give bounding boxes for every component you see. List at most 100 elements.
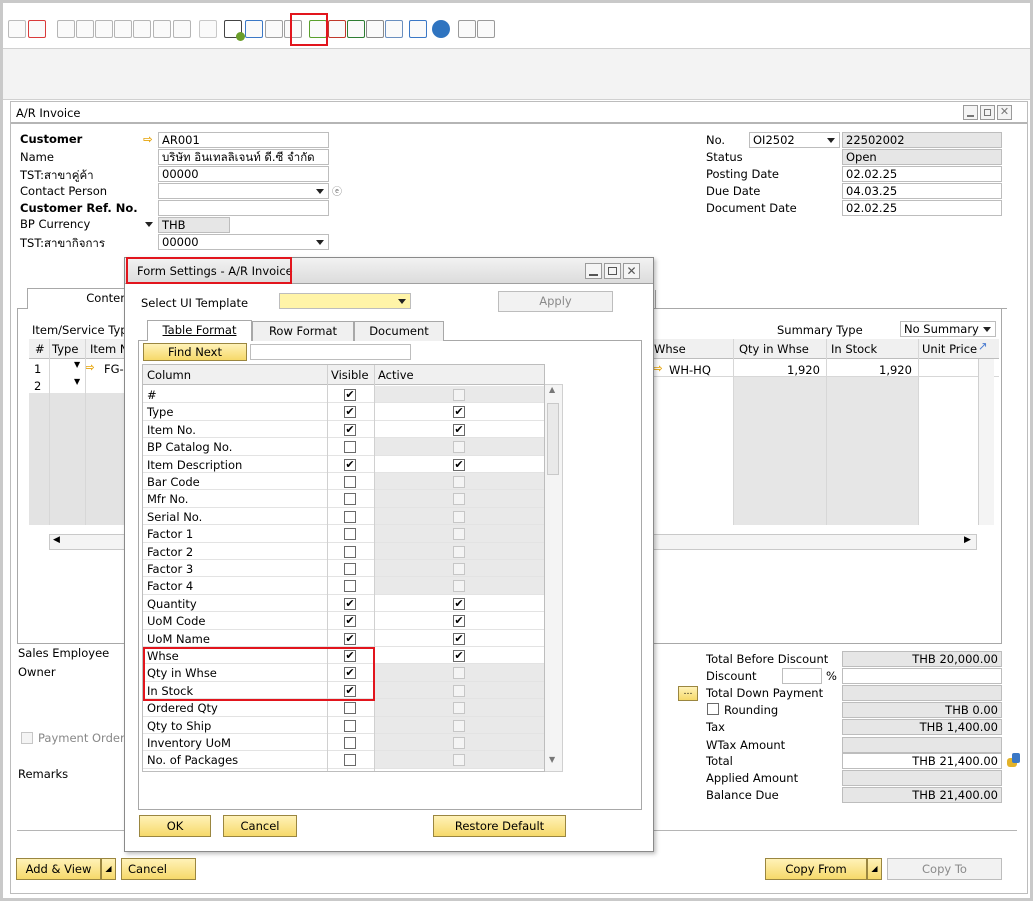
visible-checkbox[interactable] [344, 545, 356, 558]
row1-type-dropdown-icon[interactable]: ▼ [74, 360, 80, 369]
active-checkbox[interactable] [453, 580, 465, 593]
rounding-checkbox[interactable] [707, 703, 719, 715]
column-row[interactable]: Qty to Ship [143, 716, 544, 734]
dialog-cancel-button[interactable]: Cancel [223, 815, 297, 837]
sort-icon[interactable] [28, 20, 46, 38]
visible-checkbox[interactable]: ✔ [344, 615, 356, 628]
tab-row-format[interactable]: Row Format [252, 321, 354, 341]
column-row[interactable]: # ✔ [143, 386, 544, 404]
tst-branch-field[interactable]: 00000 [158, 166, 329, 182]
dialog-close-icon[interactable]: ✕ [623, 263, 640, 279]
settings-icon[interactable] [245, 20, 263, 38]
cancel-button[interactable]: Cancel [121, 858, 196, 880]
items-hscroll-right[interactable]: ▶ [653, 534, 977, 550]
summary-type-select[interactable]: No Summary [900, 321, 996, 337]
copy-from-arrow-icon[interactable]: ◢ [867, 858, 882, 880]
visible-checkbox[interactable] [344, 441, 356, 454]
tab-table-format[interactable]: Table Format [147, 320, 252, 341]
restore-default-button[interactable]: Restore Default [433, 815, 566, 837]
filter-icon[interactable] [8, 20, 26, 38]
column-row[interactable]: Type ✔ ✔ [143, 403, 544, 421]
print-preview-icon[interactable] [477, 20, 495, 38]
active-checkbox[interactable]: ✔ [453, 406, 465, 419]
visible-checkbox[interactable] [344, 528, 356, 541]
help-icon[interactable] [432, 20, 450, 38]
visible-checkbox[interactable] [344, 737, 356, 749]
find-next-button[interactable]: Find Next [143, 343, 247, 361]
relationship-map-icon[interactable] [173, 20, 191, 38]
add-view-button[interactable]: Add & View [16, 858, 101, 880]
column-row[interactable]: Item No. ✔ ✔ [143, 420, 544, 439]
gross-profit-icon[interactable] [153, 20, 171, 38]
visible-checkbox[interactable]: ✔ [344, 423, 356, 436]
active-checkbox[interactable]: ✔ [453, 650, 465, 662]
column-row[interactable]: Mfr No. [143, 490, 544, 508]
visible-checkbox[interactable] [344, 719, 356, 732]
column-row[interactable]: Factor 2 [143, 542, 544, 560]
row2-type-dropdown-icon[interactable]: ▼ [74, 377, 80, 386]
info-icon[interactable]: ⓔ [332, 183, 342, 198]
visible-checkbox[interactable] [344, 563, 356, 575]
active-checkbox[interactable] [453, 719, 465, 732]
name-field[interactable]: บริษัท อินเทลลิเจนท์ ดี.ซี จำกัด [158, 149, 329, 165]
tab-document[interactable]: Document [354, 321, 444, 341]
coins-icon[interactable] [1005, 752, 1021, 768]
active-checkbox[interactable] [453, 528, 465, 541]
visible-checkbox[interactable]: ✔ [344, 406, 356, 419]
email-icon[interactable] [328, 20, 346, 38]
column-row[interactable]: No. of Packages [143, 751, 544, 769]
next-record-icon[interactable] [95, 20, 113, 38]
visible-checkbox[interactable] [344, 580, 356, 593]
active-checkbox[interactable] [453, 737, 465, 749]
active-checkbox[interactable] [453, 684, 465, 697]
active-checkbox[interactable] [453, 493, 465, 506]
visible-checkbox[interactable] [344, 754, 356, 767]
column-row[interactable]: Quantity ✔ ✔ [143, 594, 544, 613]
messages-icon[interactable] [265, 20, 283, 38]
maximize-icon[interactable] [980, 105, 995, 120]
customer-link-arrow-icon[interactable]: ⇨ [143, 132, 153, 146]
previous-record-icon[interactable] [76, 20, 94, 38]
column-row[interactable]: UoM Name ✔ ✔ [143, 629, 544, 647]
apply-button[interactable]: Apply [498, 291, 613, 312]
active-checkbox[interactable]: ✔ [453, 632, 465, 645]
column-row[interactable]: BP Catalog No. [143, 438, 544, 456]
print-icon[interactable] [458, 20, 476, 38]
active-checkbox[interactable] [453, 441, 465, 454]
expand-icon[interactable]: ↗ [978, 339, 988, 353]
due-date-field[interactable]: 04.03.25 [842, 183, 1002, 199]
column-row[interactable]: Factor 3 [143, 560, 544, 578]
template-select[interactable] [279, 293, 411, 309]
down-payment-ellipsis-button[interactable]: … [678, 686, 698, 701]
active-checkbox[interactable]: ✔ [453, 458, 465, 471]
active-checkbox[interactable]: ✔ [453, 615, 465, 628]
items-hscroll-left[interactable]: ◀ [49, 534, 131, 550]
row1-whse-arrow-icon[interactable]: ⇨ [653, 361, 663, 375]
customer-ref-field[interactable] [158, 200, 329, 216]
active-checkbox[interactable] [453, 510, 465, 523]
payment-order-checkbox[interactable] [21, 732, 33, 744]
active-checkbox[interactable]: ✔ [453, 597, 465, 610]
active-checkbox[interactable] [453, 754, 465, 767]
column-row[interactable]: UoM Code ✔ ✔ [143, 612, 544, 630]
visible-checkbox[interactable]: ✔ [344, 597, 356, 610]
column-row[interactable]: Serial No. [143, 507, 544, 526]
customer-field[interactable]: AR001 [158, 132, 329, 148]
active-checkbox[interactable] [453, 667, 465, 680]
excel-icon[interactable] [347, 20, 365, 38]
copy-from-button[interactable]: Copy From [765, 858, 867, 880]
browser-icon[interactable] [409, 20, 427, 38]
active-checkbox[interactable] [453, 545, 465, 558]
active-checkbox[interactable] [453, 702, 465, 715]
total-field[interactable]: THB 21,400.00 [842, 753, 1002, 769]
active-checkbox[interactable] [453, 476, 465, 488]
user-icon[interactable] [385, 20, 403, 38]
close-icon[interactable]: ✕ [997, 105, 1012, 120]
column-row[interactable]: Factor 4 [143, 577, 544, 595]
minimize-icon[interactable] [963, 105, 978, 120]
edit-icon[interactable] [199, 20, 217, 38]
find-input[interactable] [250, 344, 411, 360]
currency-type-select[interactable]: BP Currency [17, 217, 157, 233]
visible-checkbox[interactable]: ✔ [344, 632, 356, 645]
contact-person-select[interactable] [158, 183, 329, 199]
